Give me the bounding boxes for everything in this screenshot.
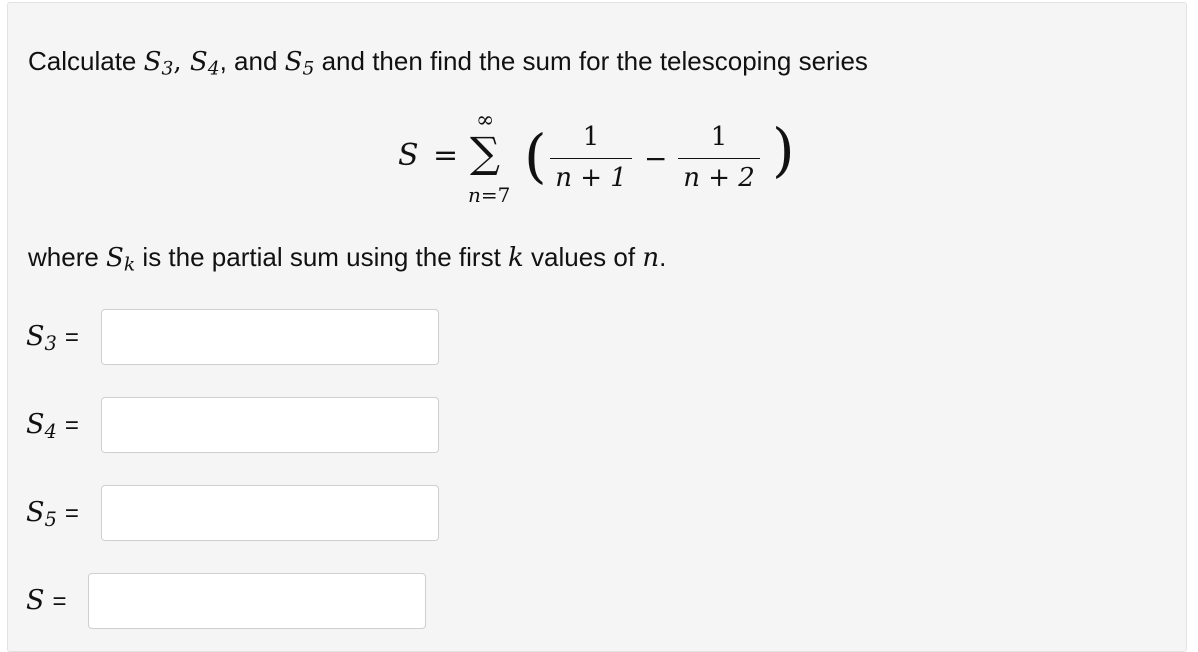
s4-answer-input[interactable] [101, 397, 439, 453]
fraction-1-denominator: n + 1 [555, 163, 627, 193]
n-symbol: n [642, 243, 660, 273]
s-answer-input[interactable] [88, 573, 426, 629]
right-paren: ) [772, 116, 795, 184]
answer-label-s: S = [26, 585, 67, 616]
sigma-symbol: ∑ [470, 128, 500, 177]
s5-symbol: S5 [284, 47, 315, 80]
where-text: where [28, 242, 107, 272]
formula-lhs: S [398, 138, 419, 173]
sum-lower-limit: n=7 [468, 183, 511, 207]
k-symbol: k [508, 243, 524, 273]
sk-symbol: Sk [106, 243, 136, 276]
s3-symbol: S3 [143, 47, 174, 80]
answer-label-s3: S3 = [26, 321, 79, 355]
prompt-text-end: and then find the sum for the telescopin… [314, 46, 868, 76]
s4-symbol: S4 [189, 47, 220, 80]
minus-sign: − [644, 142, 668, 175]
formula-equals: = [433, 138, 459, 173]
where-statement: where Sk is the partial sum using the fi… [28, 242, 666, 276]
where-text-mid: is the partial sum using the first [135, 242, 509, 272]
series-formula: S = ∞ ∑ n=7 ( 1 n + 1 − 1 n + 2 ) [398, 108, 798, 218]
prompt-text: Calculate [28, 46, 144, 76]
answer-label-s5: S5 = [26, 497, 79, 531]
where-period: . [659, 242, 667, 272]
prompt-and: , and [219, 46, 285, 76]
s3-answer-input[interactable] [101, 309, 439, 365]
fraction-1: 1 n + 1 [550, 122, 632, 193]
where-text-mid2: values of [523, 242, 643, 272]
fraction-2-numerator: 1 [710, 122, 728, 152]
prompt-comma: , [173, 47, 190, 77]
s5-answer-input[interactable] [101, 485, 439, 541]
fraction-1-numerator: 1 [582, 122, 600, 152]
question-prompt: Calculate S3, S4, and S5 and then find t… [28, 46, 868, 80]
left-paren: ( [524, 122, 547, 190]
answer-label-s4: S4 = [26, 409, 79, 443]
fraction-2-denominator: n + 2 [683, 163, 755, 193]
fraction-2: 1 n + 2 [678, 122, 760, 193]
